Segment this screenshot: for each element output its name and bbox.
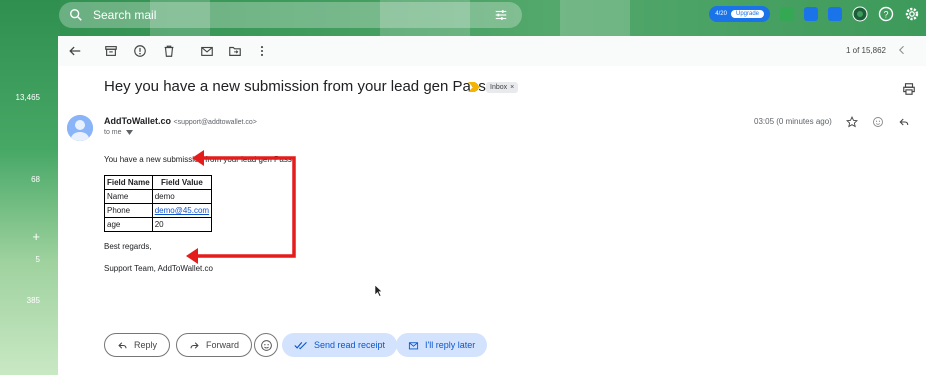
reply-icon [118, 341, 127, 349]
nav-count: 68 [31, 175, 40, 184]
nav-count: 13,465 [15, 93, 40, 102]
extension-icon[interactable] [780, 7, 794, 21]
reply-later-button[interactable]: I'll reply later [396, 333, 488, 357]
reply-button[interactable]: Reply [104, 333, 171, 357]
upgrade-button[interactable]: Upgrade [730, 10, 764, 18]
extension-icon[interactable] [828, 7, 842, 21]
theme-shape [560, 0, 630, 36]
status-icon[interactable] [852, 6, 868, 22]
forward-label: Forward [206, 340, 240, 350]
nav-count: 385 [26, 296, 40, 305]
meet-extension-pill[interactable]: 4/20 Upgrade [709, 6, 770, 22]
search-placeholder[interactable]: Search mail [93, 8, 156, 22]
extension-icon[interactable] [804, 7, 818, 21]
send-read-receipt-button[interactable]: Send read receipt [282, 333, 398, 357]
annotation-arrow [186, 150, 296, 264]
emoji-reaction-button[interactable] [254, 333, 278, 357]
mail-icon [408, 341, 419, 349]
svg-text:?: ? [883, 10, 888, 20]
search-options-icon[interactable] [494, 8, 508, 22]
reply-label: Reply [134, 340, 158, 350]
forward-icon [190, 341, 199, 349]
send-receipt-label: Send read receipt [314, 340, 386, 350]
email-view-panel: 1 of 15,862 Hey you have a new submissio… [58, 36, 926, 375]
reply-later-label: I'll reply later [425, 340, 476, 350]
help-icon[interactable]: ? [878, 6, 894, 22]
new-label-plus-icon[interactable]: + [0, 229, 58, 244]
settings-gear-icon[interactable] [904, 6, 920, 22]
search-bar[interactable]: Search mail [59, 2, 522, 28]
search-icon[interactable] [69, 8, 83, 22]
emoji-icon [260, 339, 272, 351]
mouse-cursor-icon [374, 284, 383, 297]
nav-count: 5 [35, 255, 40, 264]
top-right-actions: 4/20 Upgrade ? [709, 6, 920, 22]
meet-count: 4/20 [715, 11, 727, 17]
forward-button[interactable]: Forward [176, 333, 253, 357]
double-check-icon [294, 341, 307, 349]
theme-background-left [0, 0, 60, 375]
